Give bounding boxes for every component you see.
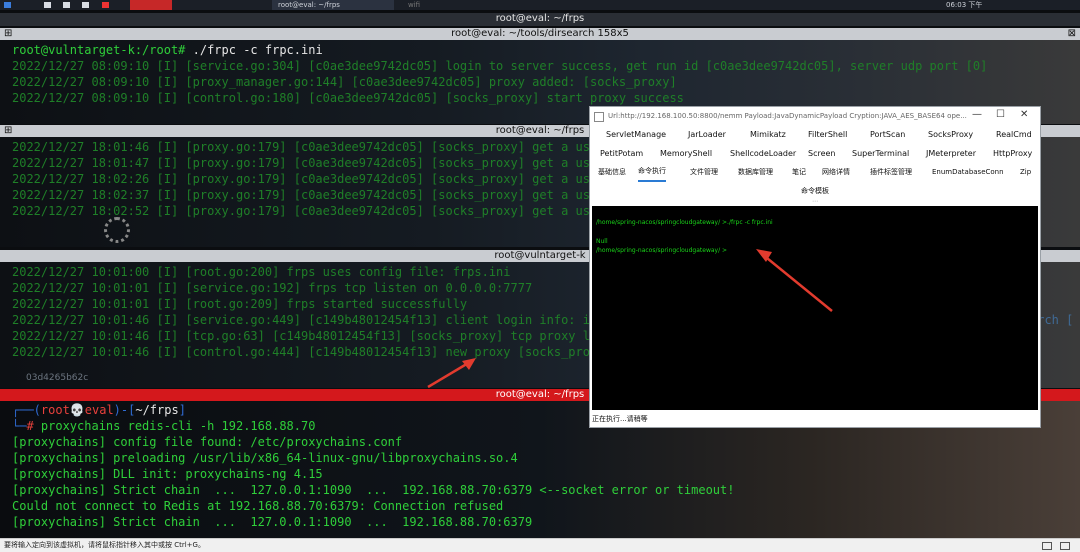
output-line: [proxychains] preloading /usr/lib/x86_64… xyxy=(12,451,518,465)
tab-petitpotam[interactable]: PetitPotam xyxy=(600,144,643,163)
close-icon[interactable]: ⊠ xyxy=(1068,28,1076,39)
pane1-prompt-line: root@vulntarget-k:/root# ./frpc -c frpc.… xyxy=(12,42,323,58)
tab-screen[interactable]: Screen xyxy=(808,144,836,163)
folder-icon[interactable] xyxy=(82,2,89,8)
splitter-handle[interactable]: ⋯ xyxy=(590,199,1040,205)
log-line: 2022/12/27 10:01:46 [I] [tcp.go:63] [c14… xyxy=(12,329,598,343)
minimize-icon[interactable]: — xyxy=(972,109,982,120)
shell-prompt: root@vulntarget-k:/root# xyxy=(12,43,193,57)
webshell-window[interactable]: Url:http://192.168.100.50:8800/nemm Payl… xyxy=(589,106,1041,428)
tab-command-exec[interactable]: 命令执行 xyxy=(638,163,666,182)
log-line: 2022/12/27 08:09:10 [I] [control.go:180]… xyxy=(12,91,684,105)
log-line: 2022/12/27 10:01:01 [I] [service.go:192]… xyxy=(12,281,533,295)
command-line: └─# proxychains redis-cli -h 192.168.88.… xyxy=(12,419,316,433)
device-icon[interactable] xyxy=(1042,542,1052,550)
tab-filtershell[interactable]: FilterShell xyxy=(808,125,847,144)
clock: 06:03 下午 xyxy=(946,1,983,9)
log-line: 2022/12/27 10:01:00 [I] [root.go:200] fr… xyxy=(12,265,511,279)
split-icon[interactable]: ⊞ xyxy=(4,125,12,136)
app-icon xyxy=(594,112,604,122)
statusbar-text: 要将输入定向到该虚拟机，请将鼠标指针移入其中或按 Ctrl+G。 xyxy=(4,541,205,549)
sub-tab-command-template[interactable]: 命令模板 xyxy=(590,183,1040,199)
log-line: 2022/12/27 18:01:47 [I] [proxy.go:179] [… xyxy=(12,156,605,170)
log-line: 2022/12/27 10:01:01 [I] [root.go:209] fr… xyxy=(12,297,468,311)
taskbar-tab-frps[interactable]: root@eval: ~/frps xyxy=(272,0,394,10)
prompt-user: root xyxy=(40,403,70,417)
gear-icon xyxy=(104,217,130,243)
vm-statusbar: 要将输入定向到该虚拟机，请将鼠标指针移入其中或按 Ctrl+G。 xyxy=(0,538,1080,552)
window-icon[interactable] xyxy=(44,2,51,8)
maximize-icon[interactable]: ☐ xyxy=(996,109,1005,120)
tab-enumdatabaseconn[interactable]: EnumDatabaseConn xyxy=(932,163,1004,182)
pane3-title: root@vulntarget-k xyxy=(494,250,586,261)
prompt-host: eval xyxy=(84,403,114,417)
tab-file-manager[interactable]: 文件管理 xyxy=(690,163,718,182)
plugin-row-2: PetitPotam MemoryShell ShellcodeLoader S… xyxy=(590,144,1040,163)
log-line: 2022/12/27 08:09:10 [I] [service.go:304]… xyxy=(12,59,988,73)
split-icon[interactable]: ⊞ xyxy=(4,28,12,39)
output-line: Could not connect to Redis at 192.168.88… xyxy=(12,499,504,513)
tab-jarloader[interactable]: JarLoader xyxy=(688,125,726,144)
tab-socksproxy[interactable]: SocksProxy xyxy=(928,125,973,144)
output-line: [proxychains] config file found: /etc/pr… xyxy=(12,435,403,449)
shell-command: ./frpc -c frpc.ini xyxy=(192,43,323,57)
window-titlebar: root@eval: ~/frps xyxy=(0,13,1080,26)
log-line: 2022/12/27 18:02:26 [I] [proxy.go:179] [… xyxy=(12,172,605,186)
plugin-row-1: ServletManage JarLoader Mimikatz FilterS… xyxy=(590,125,1040,144)
prompt-dir: ~/frps xyxy=(135,403,179,417)
tab-superterminal[interactable]: SuperTerminal xyxy=(852,144,909,163)
tab-realcmd[interactable]: RealCmd xyxy=(996,125,1032,144)
tab-httpproxy[interactable]: HttpProxy xyxy=(993,144,1032,163)
status-text: 正在执行...请稍等 xyxy=(592,415,648,423)
function-tabs: 基础信息 命令执行 文件管理 数据库管理 笔记 网络详情 插件标签管理 Enum… xyxy=(590,163,1040,182)
terminal-line: /home/spring-nacos/springcloudgateway/ >… xyxy=(596,219,773,226)
taskbar: root@eval: ~/frps wifi 06:03 下午 xyxy=(0,0,1080,10)
menu-icon[interactable] xyxy=(4,2,11,8)
tab-plugin-label-manager[interactable]: 插件标签管理 xyxy=(870,163,912,182)
tab-memoryshell[interactable]: MemoryShell xyxy=(660,144,712,163)
file-icon[interactable] xyxy=(63,2,70,8)
pane2-title: root@eval: ~/frps xyxy=(495,125,585,136)
kali-prompt: ┌──(root💀eval)-[~/frps] xyxy=(12,403,186,417)
tab-network-details[interactable]: 网络详情 xyxy=(822,163,850,182)
window-title: root@eval: ~/frps xyxy=(495,13,585,24)
tab-servletmanage[interactable]: ServletManage xyxy=(606,125,666,144)
pane1-title: root@eval: ~/tools/dirsearch 158x5 xyxy=(451,28,629,39)
tab-mimikatz[interactable]: Mimikatz xyxy=(750,125,786,144)
log-line: 2022/12/27 18:02:52 [I] [proxy.go:179] [… xyxy=(12,204,598,218)
watermark-text: 03d4265b62c xyxy=(26,373,89,383)
tab-db-manager[interactable]: 数据库管理 xyxy=(738,163,773,182)
tab-zip[interactable]: Zip xyxy=(1020,163,1031,182)
output-line: [proxychains] Strict chain ... 127.0.0.1… xyxy=(12,483,735,497)
network-icon[interactable] xyxy=(1060,542,1070,550)
log-line: 2022/12/27 18:02:37 [I] [proxy.go:179] [… xyxy=(12,188,598,202)
log-line: 2022/12/27 10:01:46 [I] [control.go:444]… xyxy=(12,345,605,359)
log-line: 2022/12/27 10:01:46 [I] [service.go:449]… xyxy=(12,313,598,327)
tab-basic-info[interactable]: 基础信息 xyxy=(598,163,626,182)
log-line: 2022/12/27 08:09:10 [I] [proxy_manager.g… xyxy=(12,75,677,89)
taskbar-tab-active[interactable] xyxy=(130,0,172,10)
shell-command: proxychains redis-cli -h 192.168.88.70 xyxy=(40,419,316,433)
command-output-terminal[interactable]: /home/spring-nacos/springcloudgateway/ >… xyxy=(592,206,1038,410)
output-line: [proxychains] DLL init: proxychains-ng 4… xyxy=(12,467,323,481)
close-icon[interactable]: ✕ xyxy=(1020,109,1028,120)
app-icon[interactable] xyxy=(102,2,109,8)
terminal-line: /home/spring-nacos/springcloudgateway/ > xyxy=(596,247,728,254)
tab-jmeterpreter[interactable]: JMeterpreter xyxy=(926,144,976,163)
log-line: 2022/12/27 18:01:46 [I] [proxy.go:179] [… xyxy=(12,140,605,154)
pane1-titlebar: ⊞ root@eval: ~/tools/dirsearch 158x5 ⊠ xyxy=(0,28,1080,40)
tab-portscan[interactable]: PortScan xyxy=(870,125,905,144)
output-line: [proxychains] Strict chain ... 127.0.0.1… xyxy=(12,515,533,529)
terminal-line: Null xyxy=(596,238,608,245)
taskbar-tab-wifi[interactable]: wifi xyxy=(402,0,426,10)
pane4-title: root@eval: ~/frps xyxy=(495,389,585,400)
tab-notes[interactable]: 笔记 xyxy=(792,163,806,182)
tab-shellcodeloader[interactable]: ShellcodeLoader xyxy=(730,144,796,163)
